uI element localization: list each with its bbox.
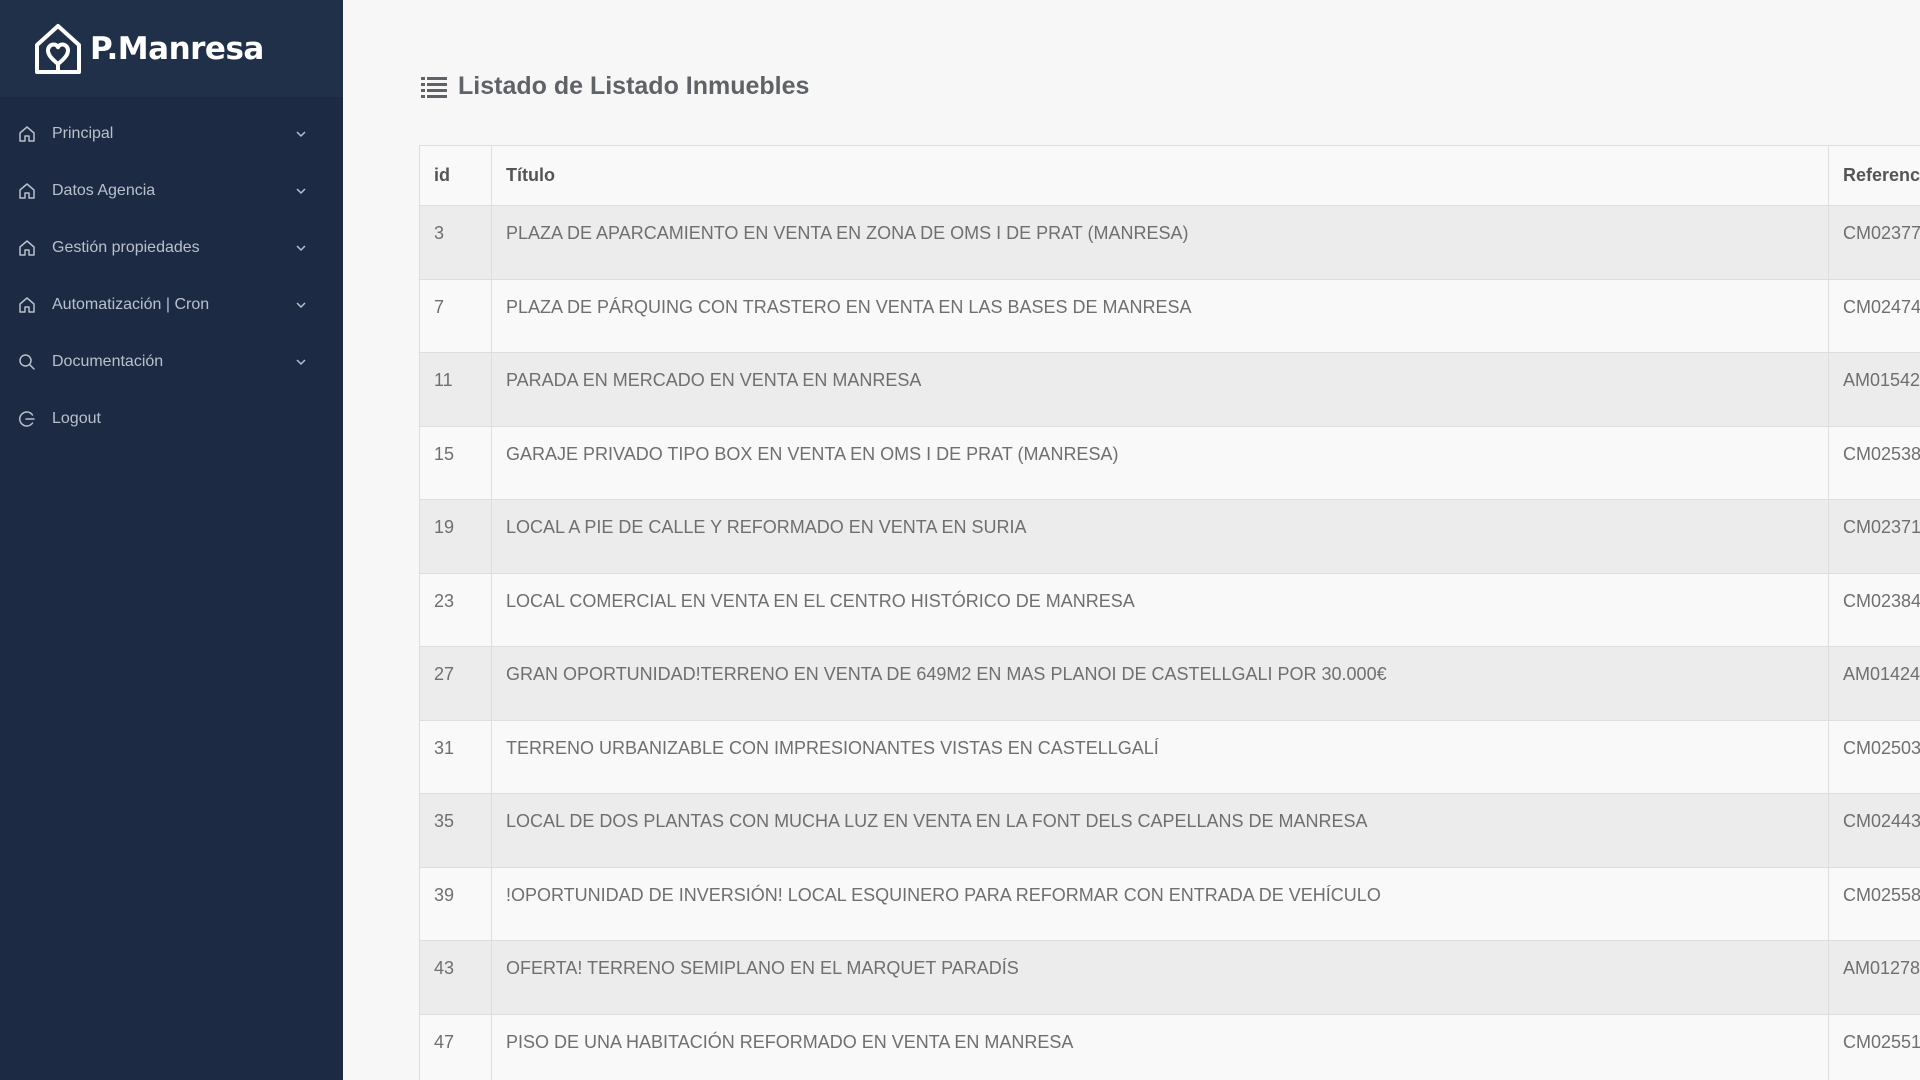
cell-referencia: AM01542 [1828,352,1920,427]
chevron-down-icon[interactable] [295,185,307,197]
cell-referencia: CM02503 [1828,719,1920,794]
cell-id: 19 [419,499,492,574]
cell-id: 23 [419,572,492,647]
sidebar-item-label: Datos Agencia [52,181,156,199]
table-header-row: id Título Referencia [419,145,1920,206]
cell-titulo: GRAN OPORTUNIDAD!TERRENO EN VENTA DE 649… [491,646,1829,721]
cell-titulo: PARADA EN MERCADO EN VENTA EN MANRESA [491,352,1829,427]
chevron-down-icon[interactable] [295,299,307,311]
table-row[interactable]: 7 PLAZA DE PÁRQUING CON TRASTERO EN VENTA… [419,278,1920,353]
cell-titulo: OFERTA! TERRENO SEMIPLANO EN EL MARQUET … [491,940,1829,1015]
brand-name: P.Manresa [90,30,264,67]
cell-referencia: CM02558 [1828,866,1920,941]
table-row[interactable]: 23 LOCAL COMERCIAL EN VENTA EN EL CENTRO … [419,572,1920,647]
sidebar-item-gestion-propiedades[interactable]: Gestión propiedades [0,219,343,276]
cell-referencia: CM02384 [1828,572,1920,647]
cell-referencia: CM02443 [1828,793,1920,868]
table-row[interactable]: 31 TERRENO URBANIZABLE CON IMPRESIONANTES… [419,719,1920,794]
sidebar-item-label: Documentación [52,352,164,370]
cell-id: 3 [419,205,492,280]
cell-referencia: CM02538 [1828,425,1920,500]
cell-titulo: LOCAL COMERCIAL EN VENTA EN EL CENTRO HI… [491,572,1829,647]
cell-titulo: TERRENO URBANIZABLE CON IMPRESIONANTES V… [491,719,1829,794]
table-row[interactable]: 15 GARAJE PRIVADO TIPO BOX EN VENTA EN OM… [419,425,1920,500]
cell-id: 39 [419,866,492,941]
sidebar-item-label: Principal [52,124,114,142]
cell-titulo: LOCAL DE DOS PLANTAS CON MUCHA LUZ EN VE… [491,793,1829,868]
cell-referencia: AM01278 [1828,940,1920,1015]
cell-titulo: !OPORTUNIDAD DE INVERSIÓN! LOCAL ESQUINE… [491,866,1829,941]
table-header: id Título Referencia [419,145,1920,206]
home-icon [19,239,35,256]
table-row[interactable]: 27 GRAN OPORTUNIDAD!TERRENO EN VENTA DE 6… [419,646,1920,721]
cell-id: 7 [419,278,492,353]
home-icon [19,125,35,142]
sidebar-item-documentacion[interactable]: Documentación [0,333,343,390]
properties-table: id Título Referencia 3PLAZA DE APARCAMIE… [419,145,1920,1080]
table-row[interactable]: 43 OFERTA! TERRENO SEMIPLANO EN EL MARQUE… [419,940,1920,1015]
cell-referencia: AM01424 [1828,646,1920,721]
cell-id: 15 [419,425,492,500]
sidebar-nav: Principal Datos Agencia Gestión propieda… [0,97,343,447]
cell-id: 47 [419,1013,492,1080]
cell-titulo: LOCAL A PIE DE CALLE Y REFORMADO EN VENT… [491,499,1829,574]
table-row[interactable]: 39 !OPORTUNIDAD DE INVERSIÓN! LOCAL ESQUI… [419,866,1920,941]
sidebar-item-automatizacion[interactable]: Automatización | Cron [0,276,343,333]
home-icon [19,296,35,313]
house-heart-logo-icon [35,23,81,74]
sidebar: P.Manresa Principal Datos Agencia Gestió… [0,0,343,1080]
cell-id: 27 [419,646,492,721]
table-row[interactable]: 47 PISO DE UNA HABITACIÓN REFORMADO EN VE… [419,1013,1920,1080]
page-title: Listado de Listado Inmuebles [458,72,810,100]
sidebar-item-principal[interactable]: Principal [0,105,343,162]
cell-titulo: GARAJE PRIVADO TIPO BOX EN VENTA EN OMS … [491,425,1829,500]
cell-id: 11 [419,352,492,427]
sidebar-item-logout[interactable]: Logout [0,390,343,447]
main-content: Listado de Listado Inmuebles id Título R… [343,0,1920,1080]
list-icon [421,76,447,98]
cell-id: 35 [419,793,492,868]
home-icon [19,182,35,199]
logout-icon [19,410,35,427]
cell-id: 43 [419,940,492,1015]
table-container: id Título Referencia 3PLAZA DE APARCAMIE… [419,145,1920,1080]
column-header-id[interactable]: id [419,145,492,206]
column-header-titulo[interactable]: Título [491,145,1829,206]
sidebar-item-label: Automatización | Cron [52,295,210,313]
chevron-down-icon[interactable] [295,242,307,254]
sidebar-item-label: Gestión propiedades [52,238,200,256]
chevron-down-icon[interactable] [295,128,307,140]
sidebar-item-datos-agencia[interactable]: Datos Agencia [0,162,343,219]
table-body: 3 PLAZA DE APARCAMIENTO EN VENTA EN ZONA … [419,205,1920,1080]
page-header: Listado de Listado Inmuebles [421,72,809,101]
sidebar-item-label: Logout [52,409,101,427]
cell-titulo: PLAZA DE PÁRQUING CON TRASTERO EN VENTA … [491,278,1829,353]
cell-referencia: CM02551 [1828,1013,1920,1080]
table-row[interactable]: 3 PLAZA DE APARCAMIENTO EN VENTA EN ZONA … [419,205,1920,280]
column-header-referencia[interactable]: Referencia [1828,145,1920,206]
chevron-down-icon[interactable] [295,356,307,368]
table-row[interactable]: 35 LOCAL DE DOS PLANTAS CON MUCHA LUZ EN … [419,793,1920,868]
cell-referencia: CM02377 [1828,205,1920,280]
cell-referencia: CM02474 [1828,278,1920,353]
brand[interactable]: P.Manresa [0,0,343,97]
table-row[interactable]: 19 LOCAL A PIE DE CALLE Y REFORMADO EN VE… [419,499,1920,574]
cell-referencia: CM02371 [1828,499,1920,574]
cell-titulo: PLAZA DE APARCAMIENTO EN VENTA EN ZONA D… [491,205,1829,280]
search-icon [19,353,35,370]
table-row[interactable]: 11 PARADA EN MERCADO EN VENTA EN MANRESA A… [419,352,1920,427]
cell-id: 31 [419,719,492,794]
cell-titulo: PISO DE UNA HABITACIÓN REFORMADO EN VENT… [491,1013,1829,1080]
